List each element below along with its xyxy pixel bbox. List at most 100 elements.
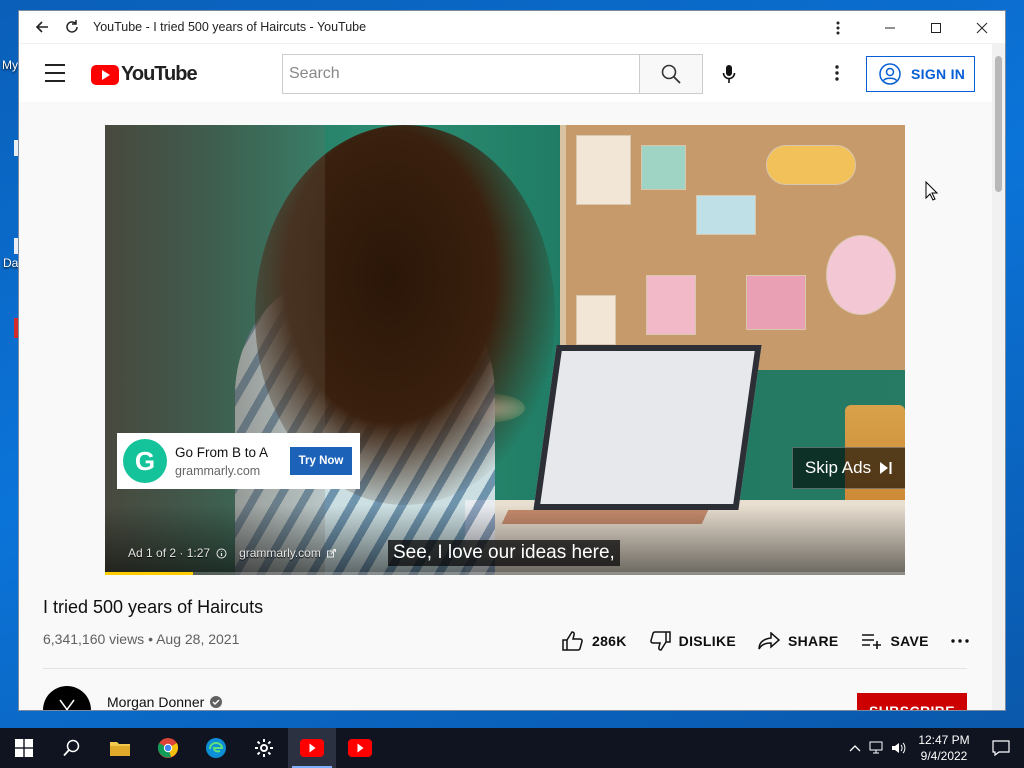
more-actions-button[interactable] [951,639,977,643]
youtube-icon [348,739,372,757]
back-button[interactable] [27,11,57,44]
ad-progress-bar [105,572,905,575]
search-input[interactable] [282,54,639,94]
save-label: SAVE [890,633,929,649]
dislike-label: DISLIKE [678,633,736,649]
show-hidden-icons-button[interactable] [844,728,866,768]
more-vertical-icon [836,21,840,34]
video-caption: See, I love our ideas here, [388,540,620,566]
ad-info-text: Ad 1 of 2 · 1:27 [128,546,211,560]
notification-icon [992,740,1010,756]
maximize-icon [931,22,941,33]
share-icon [758,632,780,650]
skip-next-icon [880,462,892,474]
voice-search-button[interactable] [709,56,749,92]
skip-ads-button[interactable]: Skip Ads [792,447,905,489]
taskbar-youtube[interactable] [336,728,384,768]
taskbar: 12:47 PM 9/4/2022 [0,728,1024,768]
save-button[interactable]: SAVE [861,633,929,649]
ad-cta-button[interactable]: Try Now [290,447,352,475]
search-icon [63,739,80,757]
search-icon [661,64,681,84]
title-bar: YouTube - I tried 500 years of Haircuts … [19,11,1005,44]
playlist-add-icon [861,634,881,649]
more-vertical-icon [835,65,839,81]
reload-button[interactable] [57,11,87,44]
like-button[interactable]: 286K [562,631,627,651]
search-button[interactable] [639,54,703,94]
minimize-button[interactable] [867,11,913,44]
app-menu-button[interactable] [815,11,861,44]
volume-button[interactable] [888,728,910,768]
desktop-icon-label-peek: Da [3,256,19,270]
youtube-play-icon [91,64,119,85]
video-actions: 286K DISLIKE SHARE SAVE [562,631,977,651]
thumbs-down-icon [649,631,671,651]
youtube-header: YouTube SIGN IN [19,44,1005,102]
video-frame-laptop [533,345,762,510]
more-horizontal-icon [951,639,969,643]
account-circle-icon [879,63,901,85]
ad-info: Ad 1 of 2 · 1:27 grammarly.com [128,546,336,560]
like-count: 286K [592,633,627,649]
video-title: I tried 500 years of Haircuts [43,597,264,617]
channel-name[interactable]: Morgan Donner [107,694,223,710]
subscribe-button[interactable]: SUBSCRIBE [857,693,967,710]
network-icon [869,741,883,754]
taskbar-settings[interactable] [240,728,288,768]
skip-ads-label: Skip Ads [804,458,872,477]
verified-badge-icon [210,696,223,708]
close-icon [976,22,988,33]
close-button[interactable] [959,11,1005,44]
chrome-icon [157,738,179,758]
settings-menu-button[interactable] [825,60,849,86]
dislike-button[interactable]: DISLIKE [649,631,736,651]
folder-icon [110,742,130,756]
sign-in-button[interactable]: SIGN IN [866,56,975,92]
scissors-icon [59,699,75,710]
ad-overlay-card[interactable]: G Go From B to A grammarly.com Try Now [117,433,360,489]
youtube-icon [300,739,324,757]
system-tray: 12:47 PM 9/4/2022 [844,728,1024,768]
clock-time: 12:47 PM [918,733,970,747]
share-label: SHARE [788,633,839,649]
channel-name-text: Morgan Donner [107,694,205,710]
search-bar [282,54,703,94]
share-button[interactable]: SHARE [758,632,839,650]
video-player[interactable]: G Go From B to A grammarly.com Try Now S… [105,125,905,575]
youtube-logo-text: YouTube [121,63,198,85]
browser-window: YouTube - I tried 500 years of Haircuts … [18,10,1006,711]
mouse-cursor-icon [925,180,939,206]
chevron-up-icon [849,745,861,752]
ad-info-domain[interactable]: grammarly.com [239,546,321,560]
channel-avatar[interactable] [43,686,91,710]
scrollbar-thumb[interactable] [995,56,1002,192]
hamburger-menu-icon[interactable] [43,63,67,83]
vertical-scrollbar[interactable] [992,44,1005,710]
taskbar-youtube-active[interactable] [288,728,336,768]
speaker-icon [892,742,906,754]
maximize-button[interactable] [913,11,959,44]
edge-icon [206,738,226,758]
window-title: YouTube - I tried 500 years of Haircuts … [93,20,367,34]
taskbar-file-explorer[interactable] [96,728,144,768]
desktop-icon-label-peek: My [2,58,18,72]
taskbar-clock[interactable]: 12:47 PM 9/4/2022 [910,732,978,764]
taskbar-search-button[interactable] [48,728,96,768]
start-button[interactable] [0,728,48,768]
meta-divider [43,668,967,669]
clock-date: 9/4/2022 [920,749,968,763]
video-frame-corkboard [560,125,905,370]
arrow-left-icon [35,21,48,33]
thumbs-up-icon [562,631,583,651]
sign-in-label: SIGN IN [911,66,966,82]
microphone-icon [722,65,736,83]
ad-title: Go From B to A [175,444,269,460]
network-button[interactable] [866,728,888,768]
taskbar-edge[interactable] [192,728,240,768]
youtube-logo[interactable]: YouTube [91,63,198,86]
refresh-icon [66,20,78,33]
taskbar-chrome[interactable] [144,728,192,768]
notifications-button[interactable] [978,728,1024,768]
grammarly-logo: G [123,439,167,483]
